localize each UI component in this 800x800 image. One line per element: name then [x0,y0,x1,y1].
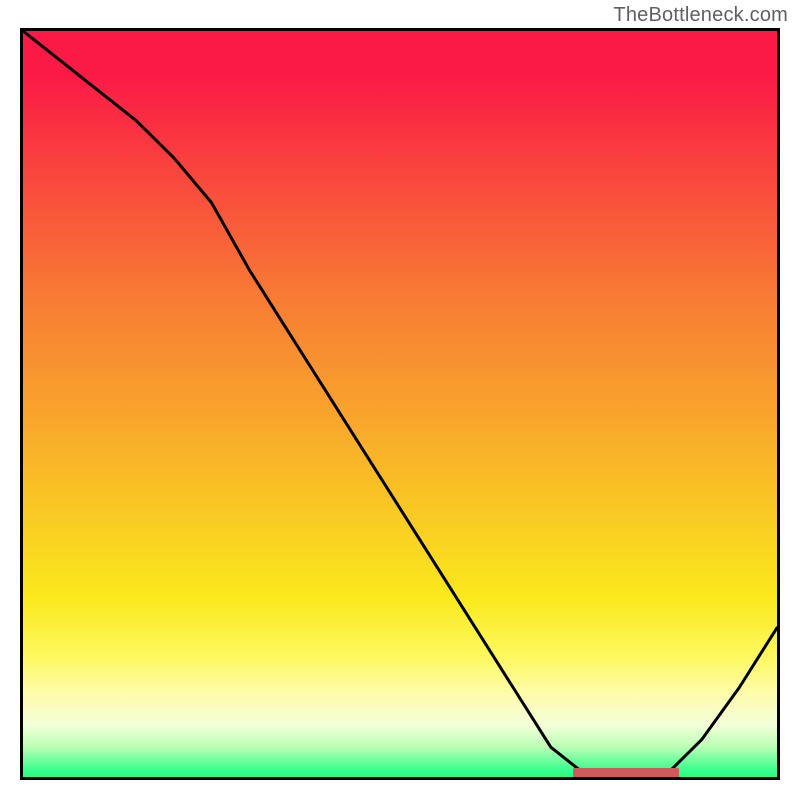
optimal-range-marker [573,768,679,778]
chart-container: TheBottleneck.com [0,0,800,800]
bottleneck-curve [23,31,777,777]
plot-area [20,28,780,780]
watermark-label: TheBottleneck.com [613,4,788,27]
line-chart-svg [23,31,777,777]
